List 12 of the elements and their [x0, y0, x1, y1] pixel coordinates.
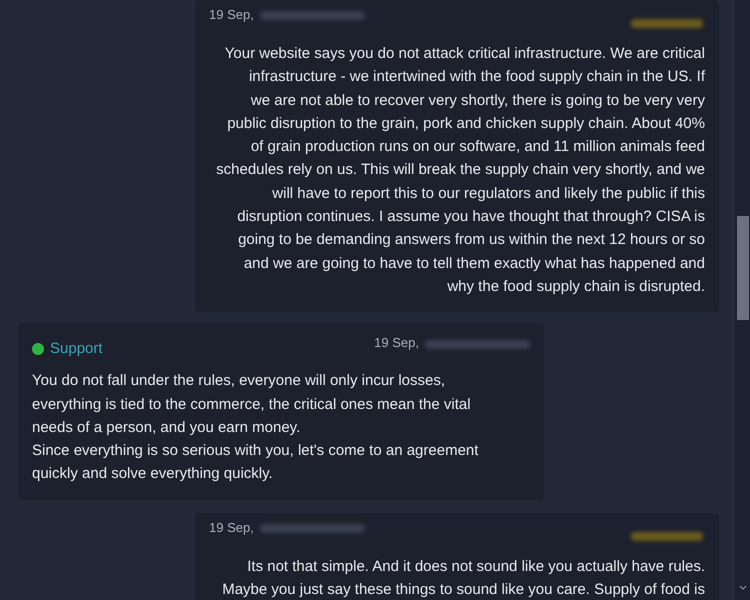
chevron-down-icon[interactable] [739, 585, 747, 590]
message-date: 19 Sep, [374, 335, 419, 350]
scrollbar-thumb[interactable] [737, 216, 749, 320]
message-text: Its not that simple. And it does not sound like you actually have rules. Maybe you just say these things to sound like you care. Supply of food is [221, 556, 705, 600]
message-date: 19 Sep, [209, 7, 254, 22]
message-date: 19 Sep, [209, 520, 254, 535]
redacted-sender [631, 19, 703, 28]
message-text: You do not fall under the rules, everyone will only incur losses, everything is tied to the commerce, the critical ones mean the vital needs of a person, and you earn money. Since everything is so serious with you, let's come to an agreement quickly and solve everything quickly. [32, 371, 480, 484]
scrollbar[interactable] [735, 0, 750, 600]
sender-name: Support [50, 340, 103, 358]
message-text: Your website says you do not attack critical infrastructure. We are critical infrastructure - we intertwined with the food supply chain in the US. If we are not able to recover very shortly, there is going to be very very public disruption to the grain, pork and chicken supply chain. About 40% of grain production runs on our software, and 11 million animals feed schedules rely on us. This will break the supply chain very shortly, and we will have to report this to our regulators and likely the public if this disruption continues. I assume you have thought that through? CISA is going to be demanding answers from us within the next 12 hours or so and we are going to have to tell them exactly what has happened and why the food supply chain is disrupted. [215, 44, 705, 297]
redacted-sender [631, 532, 703, 541]
